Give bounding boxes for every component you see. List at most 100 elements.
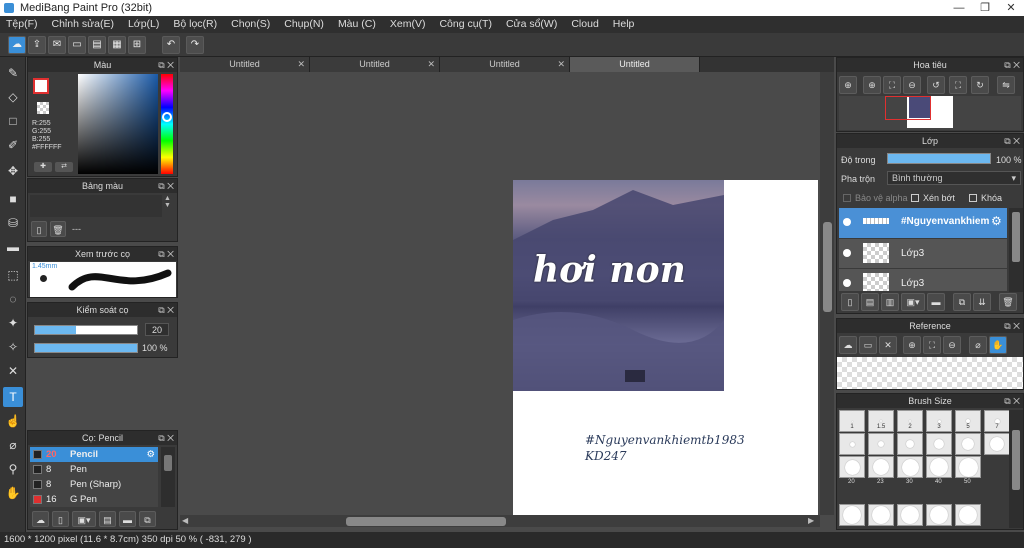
- brush-item-pen[interactable]: 8 Pen: [30, 462, 158, 477]
- comment-icon[interactable]: ▭: [68, 36, 86, 54]
- menu-color[interactable]: Màu (C): [338, 16, 376, 33]
- menu-cloud[interactable]: Cloud: [571, 16, 598, 33]
- rectangle-tool-icon[interactable]: □: [3, 111, 23, 131]
- bucket-tool-icon[interactable]: ⛁: [3, 213, 23, 233]
- brush-size-40[interactable]: [926, 456, 952, 478]
- panel-controls-icon[interactable]: ⧉ ✕: [158, 179, 174, 193]
- reference-eyedropper-icon[interactable]: ⌀: [969, 336, 987, 354]
- rotate-right-icon[interactable]: ↻: [971, 76, 989, 94]
- vertical-scroll-thumb[interactable]: [823, 222, 832, 312]
- brush-item-pencil[interactable]: 20 Pencil ⚙: [30, 447, 158, 462]
- panel-controls-icon[interactable]: ⧉ ✕: [1004, 134, 1020, 148]
- brush-size-5[interactable]: 5: [955, 410, 981, 432]
- brush-item-pen-sharp[interactable]: 8 Pen (Sharp): [30, 477, 158, 492]
- brush-size-7[interactable]: 7: [984, 410, 1010, 432]
- gear-icon[interactable]: ⚙: [146, 447, 155, 462]
- brush-size-r2-4[interactable]: [926, 433, 952, 455]
- minimize-button[interactable]: —: [946, 0, 972, 16]
- eye-icon[interactable]: [843, 279, 851, 287]
- canvas-area[interactable]: hơi non #Nguyenvankhiemtb1983 KD247 ◀ ▶: [180, 72, 834, 528]
- merge-layer-icon[interactable]: ⇊: [973, 293, 991, 311]
- brush-size-20[interactable]: [839, 456, 865, 478]
- transparent-swatch[interactable]: [37, 102, 49, 114]
- brush-size-23[interactable]: [868, 456, 894, 478]
- canvas-document[interactable]: hơi non #Nguyenvankhiemtb1983 KD247: [513, 180, 818, 515]
- select-eraser-tool-icon[interactable]: ✕: [3, 361, 23, 381]
- menu-layer[interactable]: Lớp(L): [128, 16, 159, 33]
- reference-zoom-in-icon[interactable]: ⊕: [903, 336, 921, 354]
- menu-help[interactable]: Help: [613, 16, 635, 33]
- pen-tool-icon[interactable]: ✐: [3, 135, 23, 155]
- layer-folder-icon[interactable]: ▬: [927, 293, 945, 311]
- panel-controls-icon[interactable]: ⧉ ✕: [1004, 58, 1020, 72]
- brush-size-r4-1[interactable]: [839, 504, 865, 526]
- navigator-viewport[interactable]: [885, 96, 931, 120]
- close-icon[interactable]: ✕: [427, 57, 435, 72]
- horizontal-scroll-thumb[interactable]: [346, 517, 506, 526]
- close-icon[interactable]: ✕: [297, 57, 305, 72]
- dropper-tool-icon[interactable]: ⚲: [3, 459, 23, 479]
- zoom-icon[interactable]: ⊕: [839, 76, 857, 94]
- close-button[interactable]: ✕: [998, 0, 1024, 16]
- brush-size-r4-5[interactable]: [955, 504, 981, 526]
- brush-size-50[interactable]: [955, 456, 981, 478]
- layer-row-3a[interactable]: Lớp3: [839, 239, 1007, 268]
- eraser-tool-icon[interactable]: ◇: [3, 87, 23, 107]
- flip-icon[interactable]: ⇋: [997, 76, 1015, 94]
- brush-size-1-5[interactable]: 1.5: [868, 410, 894, 432]
- panel-controls-icon[interactable]: ⧉ ✕: [1004, 394, 1020, 408]
- menu-file[interactable]: Tệp(F): [6, 16, 38, 33]
- reference-view[interactable]: [837, 357, 1023, 389]
- brush-size-r2-1[interactable]: [839, 433, 865, 455]
- brush-list-scrollbar[interactable]: [161, 447, 175, 507]
- hue-slider[interactable]: [161, 74, 173, 174]
- vertical-scrollbar[interactable]: [820, 72, 834, 515]
- layers-scrollbar[interactable]: [1009, 208, 1023, 292]
- brush-item-g-pen[interactable]: 16 G Pen: [30, 492, 158, 507]
- brush-size-2[interactable]: 2: [897, 410, 923, 432]
- move-tool-icon[interactable]: ✥: [3, 161, 23, 181]
- color-swap-icon[interactable]: ⇄: [55, 162, 73, 172]
- brush-size-r4-3[interactable]: [897, 504, 923, 526]
- palette-swatch-area[interactable]: [30, 195, 162, 217]
- tab-untitled-3[interactable]: Untitled ✕: [440, 57, 570, 72]
- select-tool-icon[interactable]: ⬚: [3, 265, 23, 285]
- reference-close-icon[interactable]: ✕: [879, 336, 897, 354]
- protect-alpha-checkbox[interactable]: [843, 194, 851, 202]
- reference-hand-icon[interactable]: ✋: [989, 336, 1007, 354]
- brush-size-r4-2[interactable]: [868, 504, 894, 526]
- reference-cloud-icon[interactable]: ☁: [839, 336, 857, 354]
- brush-folder-icon[interactable]: ▬: [119, 511, 136, 527]
- menu-filter[interactable]: Bộ lọc(R): [173, 16, 217, 33]
- layer-add-menu-icon[interactable]: ▣▾: [901, 293, 925, 311]
- menu-view[interactable]: Xem(V): [390, 16, 426, 33]
- layer-row-3b[interactable]: Lớp3: [839, 269, 1007, 291]
- page-icon[interactable]: ▤: [88, 36, 106, 54]
- close-icon[interactable]: ✕: [557, 57, 565, 72]
- chat-icon[interactable]: ✉: [48, 36, 66, 54]
- gradient-tool-icon[interactable]: ▬: [3, 237, 23, 257]
- reference-open-icon[interactable]: ▭: [859, 336, 877, 354]
- redo-icon[interactable]: ↷: [186, 36, 204, 54]
- palette-add-icon[interactable]: ▯: [31, 221, 47, 237]
- grid-icon[interactable]: ⊞: [128, 36, 146, 54]
- new-layer-8bit-icon[interactable]: ▤: [861, 293, 879, 311]
- horizontal-scrollbar[interactable]: ◀ ▶: [180, 515, 820, 527]
- brush-size-30[interactable]: [897, 456, 923, 478]
- hue-handle[interactable]: [162, 112, 172, 122]
- reference-zoom-out-icon[interactable]: ⊖: [943, 336, 961, 354]
- zoom-out-icon[interactable]: ⊖: [903, 76, 921, 94]
- blend-mode-select[interactable]: Bình thường ▾: [887, 171, 1021, 185]
- brush-size-3[interactable]: 3: [926, 410, 952, 432]
- menu-window[interactable]: Cửa sổ(W): [506, 16, 557, 33]
- navigator-preview[interactable]: [839, 96, 1021, 130]
- panel-controls-icon[interactable]: ⧉ ✕: [1004, 319, 1020, 333]
- tab-untitled-4[interactable]: Untitled: [570, 57, 700, 72]
- lock-checkbox[interactable]: [969, 194, 977, 202]
- eye-icon[interactable]: [843, 249, 851, 257]
- duplicate-layer-icon[interactable]: ⧉: [953, 293, 971, 311]
- hand-tool-icon[interactable]: ✋: [3, 483, 23, 503]
- primary-color-swatch[interactable]: [33, 78, 49, 94]
- cloud-icon[interactable]: ☁: [8, 36, 26, 54]
- scroll-left-icon[interactable]: ◀: [182, 516, 188, 525]
